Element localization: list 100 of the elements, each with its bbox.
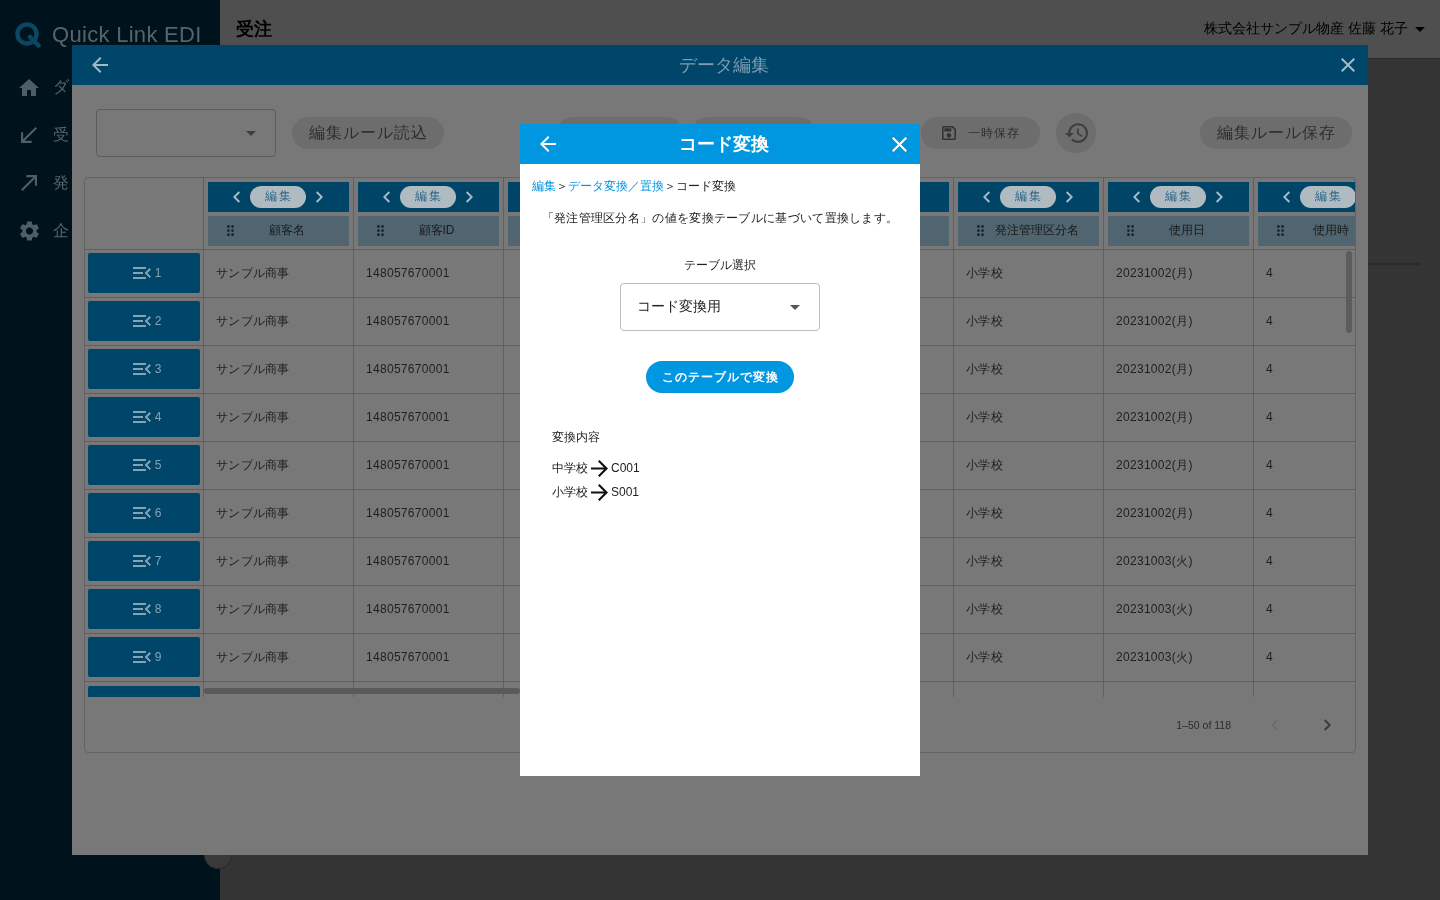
table-cell-text: 4 <box>1265 553 1274 571</box>
breadcrumb-link[interactable]: 編集 <box>532 177 556 195</box>
table-cell: 20231002(月) <box>1104 441 1254 489</box>
table-cell: サンプル商事 <box>204 297 354 345</box>
row-menu-button[interactable]: 8 <box>88 589 200 630</box>
table-cell: 20231003(火) <box>1104 585 1254 633</box>
chevron-right-icon[interactable] <box>316 190 323 203</box>
row-menu-button[interactable]: 2 <box>88 301 200 342</box>
drag-handle-icon[interactable] <box>227 225 234 237</box>
table-cell: 小学校 <box>954 393 1104 441</box>
rule-select[interactable] <box>96 109 276 157</box>
row-menu-button[interactable]: 1 <box>88 253 200 294</box>
description-text: 「発注管理区分名」の値を変換テーブルに基づいて置換します。 <box>541 210 899 226</box>
table-cell: 148057670001 <box>354 249 504 297</box>
table-cell-text: 4 <box>1265 313 1274 331</box>
column-title: 発注管理区分名 <box>994 222 1079 240</box>
save-icon <box>941 126 956 140</box>
chevron-left-icon[interactable] <box>1133 190 1140 203</box>
table-cell: 148057670001 <box>354 345 504 393</box>
mapping-target: S001 <box>611 485 640 499</box>
drag-handle-icon[interactable] <box>977 225 984 237</box>
row-menu-button[interactable]: 9 <box>88 637 200 678</box>
convert-button[interactable]: このテーブルで変換 <box>646 361 794 393</box>
close-icon[interactable] <box>892 136 907 152</box>
horizontal-scrollbar[interactable] <box>204 688 520 695</box>
table-cell: 148057670001 <box>354 489 504 537</box>
chevron-left-icon[interactable] <box>1283 190 1290 203</box>
table-cell: 20231002(月) <box>1104 393 1254 441</box>
caret-down-icon <box>246 130 256 136</box>
table-cell: サンプル商事 <box>204 489 354 537</box>
nav-item[interactable]: 企 <box>15 207 69 255</box>
user-menu[interactable]: 株式会社サンプル物産 佐藤 花子 <box>1204 20 1425 38</box>
table-cell: 148057670001 <box>354 297 504 345</box>
chevron-right-icon[interactable] <box>1324 718 1331 731</box>
mapping-source: 小学校 <box>552 483 588 501</box>
logo-text: Quick Link EDI <box>52 22 202 48</box>
collapse-button[interactable] <box>204 855 232 869</box>
edit-button[interactable]: 編集 <box>1300 185 1355 208</box>
arrow-right-icon <box>591 459 608 477</box>
chevron-left-icon[interactable] <box>983 190 990 203</box>
edit-button[interactable]: 編集 <box>1150 185 1206 208</box>
edit-button[interactable]: 編集 <box>1000 185 1056 208</box>
table-cell-text: 4 <box>1265 649 1274 667</box>
table-cell: サンプル商事 <box>204 633 354 681</box>
column-title: 顧客名 <box>268 222 305 240</box>
close-icon[interactable] <box>1341 58 1355 72</box>
menu-open-icon <box>132 363 151 376</box>
pagination-range: 1–50 of 118 <box>1176 718 1231 731</box>
column-title-bar <box>920 215 949 246</box>
nav-item[interactable]: ダ <box>15 63 69 111</box>
menu-open-icon <box>132 603 151 616</box>
row-menu-button[interactable] <box>88 685 200 698</box>
menu-open-icon <box>132 555 151 568</box>
history-button[interactable] <box>1056 113 1096 153</box>
settings-icon <box>19 221 39 241</box>
caret-down-icon <box>1415 26 1425 32</box>
save-rule-button[interactable]: 編集ルール保存 <box>1200 117 1352 149</box>
breadcrumb-link[interactable]: データ変換／置換 <box>568 177 664 195</box>
row-menu-button[interactable]: 4 <box>88 397 200 438</box>
chevron-left-icon[interactable] <box>233 190 240 203</box>
row-menu-button[interactable]: 3 <box>88 349 200 390</box>
mapping-target: C001 <box>611 461 640 475</box>
chevron-left-icon[interactable] <box>383 190 390 203</box>
table-cell: 小学校 <box>954 441 1104 489</box>
edit-button[interactable]: 編集 <box>250 185 306 208</box>
drag-handle-icon[interactable] <box>1127 225 1134 237</box>
chevron-right-icon[interactable] <box>1216 190 1223 203</box>
chevron-right-icon[interactable] <box>1066 190 1073 203</box>
table-cell: サンプル商事 <box>204 441 354 489</box>
row-menu-button[interactable]: 5 <box>88 445 200 486</box>
table-cell: 小学校 <box>954 345 1104 393</box>
drag-handle-icon[interactable] <box>1277 225 1284 237</box>
back-icon[interactable] <box>540 136 556 152</box>
table-cell: 148057670001 <box>354 393 504 441</box>
edit-button[interactable]: 編集 <box>400 185 456 208</box>
table-cell: サンプル商事 <box>204 345 354 393</box>
row-menu-button[interactable]: 7 <box>88 541 200 582</box>
menu-open-icon <box>132 267 151 280</box>
vertical-scrollbar[interactable] <box>1346 250 1352 333</box>
nav-item[interactable]: 受 <box>15 111 69 159</box>
chevron-right-icon[interactable] <box>466 190 473 203</box>
table-cell: 20231003(火) <box>1104 537 1254 585</box>
arrow-up-right-icon <box>21 175 37 191</box>
row-menu-button[interactable]: 6 <box>88 493 200 534</box>
table-cell: サンプル商事 <box>204 585 354 633</box>
caret-down-icon <box>790 304 800 310</box>
mapping-title: 変換内容 <box>552 429 600 445</box>
table-select[interactable]: コード変換用 <box>620 283 820 331</box>
menu-open-icon <box>132 411 151 424</box>
mapping-source: 中学校 <box>552 459 588 477</box>
table-cell: 148057670001 <box>354 441 504 489</box>
page-title: 受注 <box>236 18 272 41</box>
table-cell: サンプル商事 <box>204 249 354 297</box>
table-cell: 148057670001 <box>354 537 504 585</box>
load-rule-button[interactable]: 編集ルール読込 <box>292 117 444 149</box>
column-title: 使用時 <box>1313 222 1349 240</box>
drag-handle-icon[interactable] <box>377 225 384 237</box>
breadcrumb-separator: ＞ <box>556 177 568 195</box>
back-icon[interactable] <box>92 57 108 73</box>
nav-item[interactable]: 発 <box>15 159 69 207</box>
